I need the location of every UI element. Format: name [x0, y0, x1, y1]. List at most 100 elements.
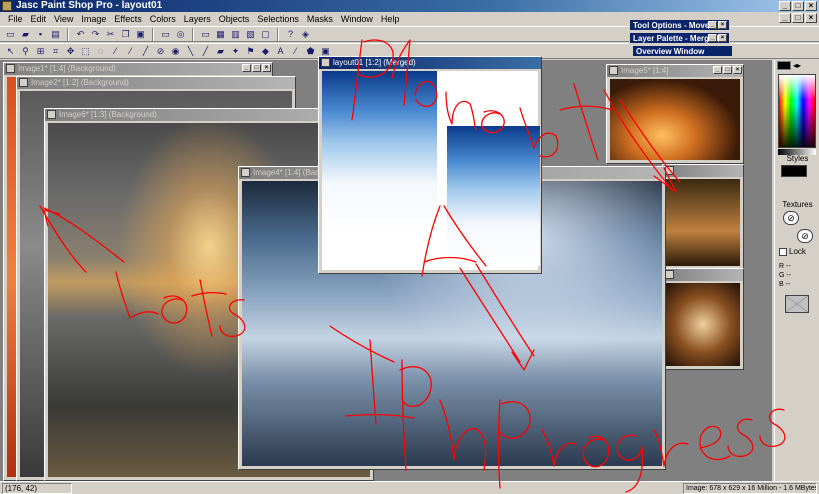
document-icon: [241, 168, 250, 177]
redo-icon[interactable]: ↷: [89, 28, 102, 41]
color-spectrum[interactable]: [778, 74, 816, 148]
palette-close-button[interactable]: ×: [718, 21, 727, 29]
flood-fill-icon[interactable]: ◆: [259, 45, 272, 58]
swap-arrows-icon[interactable]: ◂▸: [793, 61, 801, 71]
deform-tool-icon[interactable]: ⊞: [34, 45, 47, 58]
magic-wand-icon[interactable]: ⁄: [109, 45, 122, 58]
zoom-tool-icon[interactable]: ⚲: [19, 45, 32, 58]
background-texture-null-icon[interactable]: ⊘: [797, 229, 813, 243]
color-palette-icon[interactable]: ▦: [214, 28, 227, 41]
open-folder-icon[interactable]: ▰: [19, 28, 32, 41]
close-button[interactable]: ×: [733, 66, 742, 74]
document-title-bar[interactable]: [663, 269, 743, 281]
browse-icon[interactable]: ◎: [174, 28, 187, 41]
document-canvas[interactable]: [322, 71, 540, 270]
toolbar-icon[interactable]: ▭: [199, 28, 212, 41]
mover-tool-icon[interactable]: ✥: [64, 45, 77, 58]
help-icon[interactable]: ?: [284, 28, 297, 41]
document-canvas[interactable]: [610, 79, 740, 160]
mdi-minimize-button[interactable]: _: [779, 13, 791, 23]
document-window-buttons: _ □ ×: [242, 64, 271, 72]
document-title-bar[interactable]: [663, 165, 743, 177]
tool-options-palette[interactable]: Tool Options - Mover _ ×: [629, 19, 730, 31]
clone-brush-icon[interactable]: ⊘: [154, 45, 167, 58]
layout-photo-left: [322, 71, 437, 231]
copy-icon[interactable]: ❐: [119, 28, 132, 41]
mdi-restore-button[interactable]: □: [792, 13, 804, 23]
foreground-swatch[interactable]: [777, 61, 791, 70]
text-tool-icon[interactable]: A: [274, 45, 287, 58]
menu-effects[interactable]: Effects: [110, 12, 145, 26]
palette-collapse-button[interactable]: _: [708, 34, 717, 42]
menu-objects[interactable]: Objects: [215, 12, 254, 26]
menu-image[interactable]: Image: [77, 12, 110, 26]
maximize-button[interactable]: □: [252, 64, 261, 72]
paste-icon[interactable]: ▣: [134, 28, 147, 41]
eraser-tool-icon[interactable]: ▰: [214, 45, 227, 58]
undo-icon[interactable]: ↶: [74, 28, 87, 41]
paintbrush-icon[interactable]: ╱: [139, 45, 152, 58]
app-title-bar[interactable]: Jasc Paint Shop Pro - layout01 _ □ ×: [0, 0, 819, 12]
selection-tool-icon[interactable]: ⬚: [79, 45, 92, 58]
close-button[interactable]: ×: [805, 1, 817, 11]
new-file-icon[interactable]: ▭: [4, 28, 17, 41]
document-canvas[interactable]: [666, 283, 740, 366]
menu-file[interactable]: File: [4, 12, 27, 26]
document-canvas[interactable]: [666, 179, 740, 266]
textures-label: Textures: [782, 200, 813, 209]
menu-colors[interactable]: Colors: [146, 12, 180, 26]
save-icon[interactable]: ▪: [34, 28, 47, 41]
picture-tube-icon[interactable]: ✦: [229, 45, 242, 58]
overview-window-title: Overview Window: [636, 47, 705, 56]
document-icon: [47, 110, 56, 119]
crop-tool-icon[interactable]: ⌗: [49, 45, 62, 58]
document-window-grass-2[interactable]: [662, 164, 744, 270]
menu-layers[interactable]: Layers: [180, 12, 215, 26]
maximize-button[interactable]: □: [723, 66, 732, 74]
preset-shapes-icon[interactable]: ⬟: [304, 45, 317, 58]
document-title-bar[interactable]: Image5* [1:4] _ □ ×: [607, 65, 743, 77]
arrow-tool-icon[interactable]: ↖: [4, 45, 17, 58]
dropper-tool-icon[interactable]: ⁄: [124, 45, 137, 58]
print-icon[interactable]: ▤: [49, 28, 62, 41]
layer-palette-icon[interactable]: ▥: [229, 28, 242, 41]
minimize-button[interactable]: _: [242, 64, 251, 72]
document-window-layout01[interactable]: layout01 [1:2] (Merged): [318, 56, 542, 274]
info-icon[interactable]: ◈: [299, 28, 312, 41]
document-window-image5[interactable]: Image5* [1:4] _ □ ×: [606, 64, 744, 164]
menu-masks[interactable]: Masks: [303, 12, 337, 26]
menu-selections[interactable]: Selections: [253, 12, 303, 26]
document-title-bar[interactable]: Image2* [1:2] (Background): [17, 77, 295, 89]
lasso-tool-icon[interactable]: ◌: [94, 45, 107, 58]
layer-palette[interactable]: Layer Palette - Merged _ ×: [629, 32, 730, 44]
mdi-close-button[interactable]: ×: [805, 13, 817, 23]
full-screen-icon[interactable]: ▭: [159, 28, 172, 41]
document-window-grass-3[interactable]: [662, 268, 744, 370]
minimize-button[interactable]: _: [779, 1, 791, 11]
document-title-bar[interactable]: Image1* [1:4] (Background) _ □ ×: [4, 63, 272, 75]
color-replacer-icon[interactable]: ◉: [169, 45, 182, 58]
draw-tool-icon[interactable]: ⁄: [289, 45, 302, 58]
foreground-style-box[interactable]: [781, 165, 807, 177]
overview-icon[interactable]: ▢: [259, 28, 272, 41]
menu-edit[interactable]: Edit: [27, 12, 51, 26]
foreground-texture-null-icon[interactable]: ⊘: [783, 211, 799, 225]
close-button[interactable]: ×: [262, 64, 271, 72]
palette-collapse-button[interactable]: _: [708, 21, 717, 29]
envelope-icon[interactable]: [785, 295, 809, 313]
tool-options-icon[interactable]: ▧: [244, 28, 257, 41]
menu-view[interactable]: View: [50, 12, 77, 26]
menu-window[interactable]: Window: [337, 12, 377, 26]
document-title: Image1* [1:4] (Background): [18, 64, 116, 73]
scratch-remover-icon[interactable]: ╱: [199, 45, 212, 58]
retouch-tool-icon[interactable]: ╲: [184, 45, 197, 58]
palette-close-button[interactable]: ×: [718, 34, 727, 42]
document-title-bar[interactable]: layout01 [1:2] (Merged): [319, 57, 541, 69]
airbrush-icon[interactable]: ⚑: [244, 45, 257, 58]
lock-checkbox[interactable]: [779, 247, 787, 256]
maximize-button[interactable]: □: [792, 1, 804, 11]
overview-window-palette[interactable]: Overview Window: [632, 45, 733, 57]
cut-icon[interactable]: ✂: [104, 28, 117, 41]
minimize-button[interactable]: _: [713, 66, 722, 74]
menu-help[interactable]: Help: [377, 12, 404, 26]
